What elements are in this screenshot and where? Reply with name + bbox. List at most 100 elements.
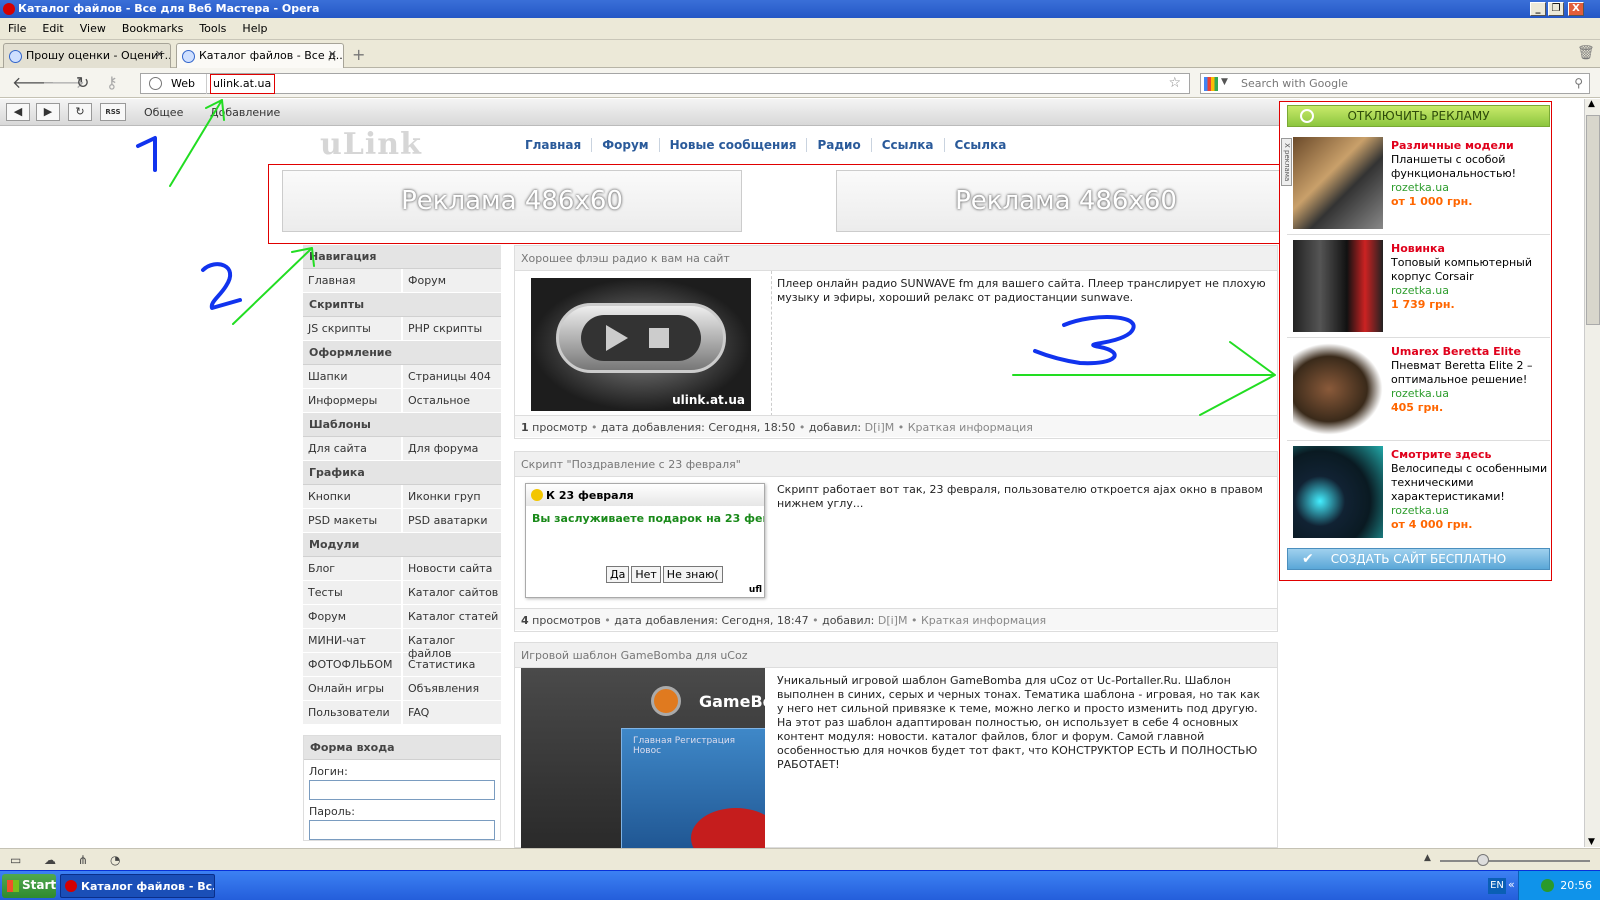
tab-ratings[interactable]: Прошу оценки - Оценит... ✕ xyxy=(3,43,171,68)
security-icon[interactable] xyxy=(1541,879,1554,892)
address-field[interactable]: Web ulink.at.ua ☆ xyxy=(140,73,1190,94)
sidebar-item-file-catalog[interactable]: Каталог файлов xyxy=(403,629,501,660)
wand-icon[interactable]: ⚷ xyxy=(106,74,118,92)
zoom-slider-knob[interactable] xyxy=(1477,854,1489,866)
login-input[interactable] xyxy=(309,780,495,800)
speed-icon[interactable]: ◔ xyxy=(110,853,120,867)
menu-edit[interactable]: Edit xyxy=(34,18,71,40)
menu-view[interactable]: View xyxy=(72,18,114,40)
author-link[interactable]: D[i]M xyxy=(878,614,908,627)
tab-file-catalog[interactable]: Каталог файлов - Все д... ✕ xyxy=(176,43,344,68)
nav-link-2[interactable]: Ссылка xyxy=(945,138,1017,152)
sidebar-item-forum[interactable]: Форум xyxy=(403,269,501,292)
sidebar-item-for-forum[interactable]: Для форума xyxy=(403,437,501,460)
sidebar-item-headers[interactable]: Шапки xyxy=(303,365,403,388)
search-input[interactable]: Search with Google xyxy=(1241,77,1348,90)
added-by-label: добавил: xyxy=(808,421,862,434)
sidebar-item-psd-layouts[interactable]: PSD макеты xyxy=(303,509,403,532)
add-link[interactable]: Добавление xyxy=(210,106,280,119)
reload-icon[interactable]: ↻ xyxy=(76,74,89,92)
sidebar-item-news[interactable]: Новости сайта xyxy=(403,557,501,580)
close-tab-icon[interactable]: ✕ xyxy=(328,48,337,61)
share-icon[interactable]: ⋔ xyxy=(78,853,88,867)
trash-icon[interactable]: 🗑 xyxy=(1577,45,1595,61)
sidebar-item-ads[interactable]: Объявления xyxy=(403,677,501,700)
divider xyxy=(206,74,207,94)
refresh-icon[interactable]: ↻ xyxy=(68,103,92,121)
close-tab-icon[interactable]: ✕ xyxy=(155,48,164,61)
sidebar-item-users[interactable]: Пользователи xyxy=(303,701,403,724)
sidebar-item-blog[interactable]: Блог xyxy=(303,557,403,580)
web-label: Web xyxy=(171,77,195,90)
search-field[interactable]: ▼ Search with Google ⚲ xyxy=(1200,73,1590,94)
sidebar-item-informers[interactable]: Информеры xyxy=(303,389,403,412)
scrollbar-thumb[interactable] xyxy=(1586,115,1600,325)
scroll-up-icon[interactable]: ▲ xyxy=(1588,99,1595,109)
tray-expand-icon[interactable]: « xyxy=(1508,878,1515,891)
taskbar-item-opera[interactable]: Каталог файлов - Вс... xyxy=(60,874,215,898)
author-link[interactable]: D[i]M xyxy=(865,421,895,434)
sidebar-item-php[interactable]: PHP скрипты xyxy=(403,317,501,340)
taskbar: Start Каталог файлов - Вс... EN « 20:56 xyxy=(0,870,1600,900)
menu-file[interactable]: File xyxy=(0,18,34,40)
details-link[interactable]: Краткая информация xyxy=(908,421,1033,434)
sidebar-item-404[interactable]: Страницы 404 xyxy=(403,365,501,388)
sidebar-item-online-games[interactable]: Онлайн игры xyxy=(303,677,403,700)
nav-forum[interactable]: Форум xyxy=(592,138,660,152)
sidebar-item-forum-module[interactable]: Форум xyxy=(303,605,403,628)
sidebar-heading: Модули xyxy=(303,533,501,557)
vertical-scrollbar[interactable]: ▲ ▼ xyxy=(1584,99,1600,847)
start-button[interactable]: Start xyxy=(2,874,56,898)
new-tab-icon[interactable]: + xyxy=(352,45,365,64)
sidebar-item-for-site[interactable]: Для сайта xyxy=(303,437,403,460)
bookmark-star-icon[interactable]: ☆ xyxy=(1168,75,1181,91)
menu-help[interactable]: Help xyxy=(234,18,275,40)
general-link[interactable]: Общее xyxy=(144,106,183,119)
cloud-icon[interactable]: ☁ xyxy=(44,853,56,867)
entry-title[interactable]: Скрипт "Поздравление с 23 февраля" xyxy=(515,452,1277,477)
sidebar-item-article-catalog[interactable]: Каталог статей xyxy=(403,605,501,628)
entry-title[interactable]: Игровой шаблон GameBomba для uCoz xyxy=(515,643,1277,668)
sidebar-item-faq[interactable]: FAQ xyxy=(403,701,501,724)
back-icon[interactable]: ◀ xyxy=(6,103,30,121)
nav-radio[interactable]: Радио xyxy=(807,138,872,152)
scroll-down-icon[interactable]: ▼ xyxy=(1588,837,1595,847)
sidebar-item-js[interactable]: JS скрипты xyxy=(303,317,403,340)
maximize-button[interactable]: ❐ xyxy=(1548,2,1564,16)
forward-icon[interactable]: ▶ xyxy=(36,103,60,121)
nav-link-1[interactable]: Ссылка xyxy=(872,138,945,152)
game-template-thumbnail[interactable]: GameBo Главная Регистрация Новос xyxy=(521,668,765,848)
annotation-banner-box xyxy=(268,164,1306,244)
popup-preview-thumbnail[interactable]: К 23 февраля Вы заслуживаете подарок на … xyxy=(525,483,765,598)
search-icon[interactable]: ⚲ xyxy=(1574,76,1583,90)
sidebar-item-psd-avatars[interactable]: PSD аватарки xyxy=(403,509,501,532)
radio-player-thumbnail[interactable]: ulink.at.ua xyxy=(531,278,751,411)
close-button[interactable]: X xyxy=(1568,2,1584,16)
site-logo[interactable]: uLink xyxy=(320,127,422,162)
entry-title[interactable]: Хорошее флэш радио к вам на сайт xyxy=(515,246,1277,271)
panel-toggle-icon[interactable]: ▭ xyxy=(10,853,21,867)
password-input[interactable] xyxy=(309,820,495,840)
rss-button[interactable]: RSS xyxy=(100,103,126,121)
date-added: дата добавления: Сегодня, 18:50 xyxy=(601,421,796,434)
sidebar-item-group-icons[interactable]: Иконки груп xyxy=(403,485,501,508)
menu-tools[interactable]: Tools xyxy=(191,18,234,40)
sidebar-item-tests[interactable]: Тесты xyxy=(303,581,403,604)
nav-home[interactable]: Главная xyxy=(515,138,593,152)
sidebar-item-other[interactable]: Остальное xyxy=(403,389,501,412)
sidebar-item-home[interactable]: Главная xyxy=(303,269,403,292)
sidebar-item-site-catalog[interactable]: Каталог сайтов xyxy=(403,581,501,604)
language-indicator[interactable]: EN xyxy=(1488,878,1506,894)
sidebar-item-statistics[interactable]: Статистика xyxy=(403,653,501,676)
details-link[interactable]: Краткая информация xyxy=(921,614,1046,627)
sidebar-item-mini-chat[interactable]: МИНИ-чат xyxy=(303,629,403,652)
minimize-button[interactable]: _ xyxy=(1530,2,1546,16)
nav-new-messages[interactable]: Новые сообщения xyxy=(660,138,808,152)
zoom-up-icon[interactable]: ▲ xyxy=(1424,853,1431,863)
windows-logo-icon xyxy=(7,880,19,892)
sidebar-item-photoalbum[interactable]: ФОТОФЛЬБОМ xyxy=(303,653,403,676)
zoom-slider[interactable] xyxy=(1440,860,1590,862)
sidebar-item-buttons[interactable]: Кнопки xyxy=(303,485,403,508)
chevron-down-icon[interactable]: ▼ xyxy=(1221,77,1228,87)
menu-bookmarks[interactable]: Bookmarks xyxy=(114,18,191,40)
